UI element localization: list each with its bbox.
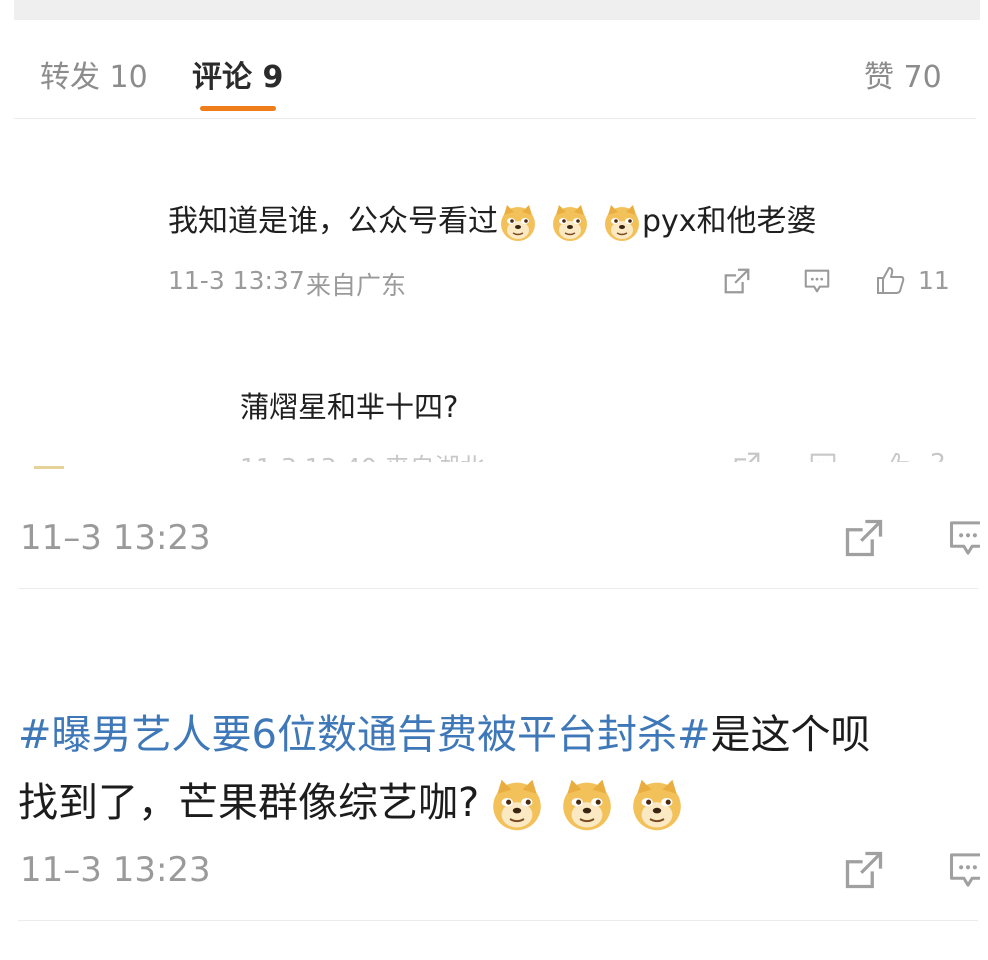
like-icon[interactable]: [874, 264, 906, 296]
post-text: 是这个呗: [710, 712, 871, 758]
post-time: 11–3 13:23: [20, 850, 211, 890]
topic-link[interactable]: #曝男艺人要6位数通告费被平台封杀#: [18, 712, 710, 758]
doge-emoji-icon: [559, 777, 615, 833]
tab-comment[interactable]: 评论 9: [192, 52, 283, 96]
tab-repost[interactable]: 转发 10: [40, 52, 148, 96]
post-time: 11–3 13:23: [20, 518, 211, 558]
tab-like[interactable]: 赞 70: [864, 52, 942, 96]
comment-icon[interactable]: [946, 848, 980, 892]
share-icon[interactable]: [842, 516, 886, 560]
doge-emoji-icon: [550, 203, 590, 243]
comment-icon[interactable]: [946, 516, 980, 560]
comment-item: 我知道是谁，公众号看过 pyx和他老婆: [168, 196, 817, 243]
tabs-divider: [14, 118, 976, 119]
comment-text: 蒲熠星和芈十四?: [240, 390, 459, 424]
post-text-line1: #曝男艺人要6位数通告费被平台封杀#是这个呗: [18, 702, 980, 758]
like-count: 11: [918, 266, 950, 295]
share-icon[interactable]: [842, 848, 886, 892]
active-tab-indicator: [200, 106, 276, 111]
comment-meta-clipped: 11-3 13:40 来自湖北 2: [240, 448, 960, 462]
doge-emoji-icon: [489, 777, 545, 833]
post-text-line2: 找到了，芒果群像综艺咖?: [18, 770, 685, 833]
top-bar: [14, 0, 980, 20]
comment-icon[interactable]: [808, 450, 838, 462]
share-icon[interactable]: [732, 450, 762, 462]
doge-emoji-icon: [629, 777, 685, 833]
post-text: 找到了，芒果群像综艺咖?: [18, 780, 480, 826]
doge-emoji-icon: [498, 203, 538, 243]
comment-time: 11-3 13:37: [168, 266, 305, 295]
comment-source: 来自广东: [306, 271, 407, 300]
doge-emoji-icon: [602, 203, 642, 243]
decorative-mark: [34, 466, 64, 469]
like-icon[interactable]: [882, 450, 912, 462]
comment-meta: 11-3 13:40 来自湖北: [240, 448, 485, 462]
comment-icon-clipped[interactable]: [946, 514, 980, 564]
post-divider: [18, 588, 978, 589]
comment-text-tail: pyx和他老婆: [642, 204, 817, 239]
comment-icon-clipped[interactable]: [946, 846, 980, 896]
like-count: 2: [930, 448, 946, 462]
share-icon[interactable]: [722, 266, 752, 296]
comment-icon[interactable]: [802, 266, 832, 296]
comment-text: 我知道是谁，公众号看过: [168, 204, 498, 239]
post-divider: [18, 920, 978, 921]
